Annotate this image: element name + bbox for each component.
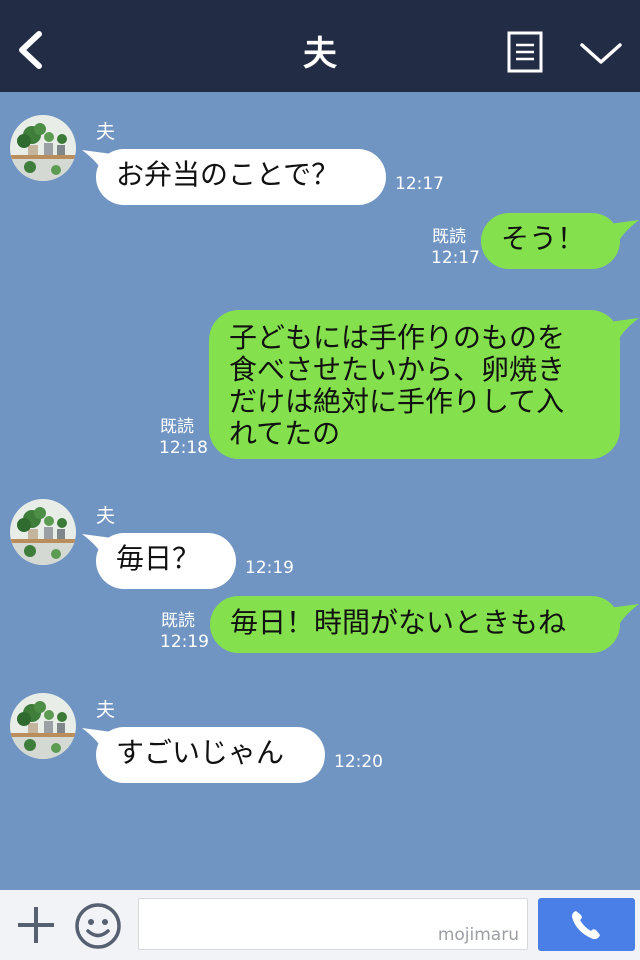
watermark-text: mojimaru [437,925,519,945]
message-bubble[interactable]: すごいじゃん [96,727,325,783]
sender-name: 夫 [96,699,116,721]
chat-header: 夫 [0,0,640,92]
message-bubble[interactable]: そう！ [481,213,620,269]
message-bubble[interactable]: 毎日！時間がないときもね [210,596,620,653]
plus-icon [18,907,54,943]
message-text: そう！ [501,222,586,255]
message-input[interactable]: mojimaru [138,898,528,950]
list-icon [507,31,543,73]
message-line: れてたの [229,417,341,450]
message-time: 12:19 [245,558,294,578]
chat-title: 夫 [303,34,337,74]
message-time: 12:17 [431,248,480,268]
message-bubble[interactable]: 子どもには手作りのものを 食べさせたいから、卵焼き だけは絶対に手作りして入 れ… [209,310,620,459]
message-text: 毎日？ [116,542,201,575]
message-bubble[interactable]: 毎日？ [96,533,236,589]
message-text: 毎日！時間がないときもね [230,606,567,639]
plant-avatar-icon [10,115,76,181]
sender-name: 夫 [96,121,116,143]
message-time: 12:18 [159,438,208,458]
plant-avatar-icon [10,693,76,759]
message-text: すごいじゃん [116,736,285,769]
message-line: 食べさせたいから、卵焼き [229,353,566,386]
read-receipt: 既読 [161,611,195,631]
add-button[interactable] [15,904,57,946]
read-receipt: 既読 [160,417,194,437]
call-button[interactable] [538,898,635,951]
message-line: 子どもには手作りのものを [229,321,566,354]
chevron-down-icon [580,43,622,64]
message-time: 12:19 [160,632,209,652]
message-time: 12:17 [395,174,444,194]
input-bar: mojimaru [0,890,640,960]
plant-avatar-icon [10,499,76,565]
emoji-button[interactable] [74,902,122,950]
message-text: お弁当のことで？ [116,158,340,191]
menu-button[interactable] [507,31,543,73]
phone-icon [572,911,600,940]
avatar[interactable] [10,115,76,181]
collapse-button[interactable] [578,36,624,70]
emoji-icon [75,903,121,949]
avatar[interactable] [10,693,76,759]
message-bubble[interactable]: お弁当のことで？ [96,149,386,205]
read-receipt: 既読 [432,227,466,247]
message-time: 12:20 [334,752,383,772]
avatar[interactable] [10,499,76,565]
sender-name: 夫 [96,505,116,527]
message-list[interactable]: 夫 お弁当のことで？ 12:17 既読 12:17 そう！ 既読 12:18 子… [0,92,640,890]
message-line: だけは絶対に手作りして入 [229,385,565,418]
